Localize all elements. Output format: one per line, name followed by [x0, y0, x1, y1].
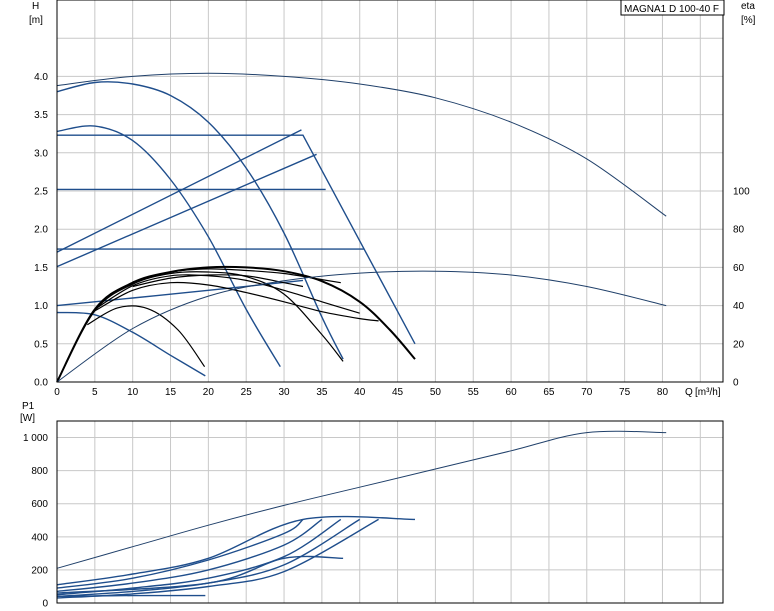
top-y-tick-labels: 0.0 0.5 1.0 1.5 2.0 2.5 3.0 3.5 4.0 [34, 72, 48, 389]
head-efficiency-panel: 0 5 10 15 20 25 30 35 40 45 50 55 60 65 70 75 80 0.0 0.5 1… [29, 0, 756, 398]
x-tick-label: 70 [581, 387, 593, 398]
x-tick-label: 0 [54, 387, 60, 398]
bottom-curves [56, 430, 667, 599]
curve-head [56, 125, 281, 368]
curve-head [56, 81, 344, 360]
h-tick-label: 2.5 [34, 187, 48, 198]
x-tick-label: 5 [92, 387, 98, 398]
p1-tick-label: 0 [42, 599, 48, 610]
eta-tick-label: 80 [733, 225, 745, 236]
h-tick-label: 1.0 [34, 301, 48, 312]
x-tick-label: 30 [278, 387, 290, 398]
curve-head [56, 72, 667, 217]
eta-tick-label: 60 [733, 263, 745, 274]
eta-tick-label: 20 [733, 339, 745, 350]
curve-head [132, 268, 341, 284]
x-tick-label: 15 [165, 387, 177, 398]
eta-axis-label: eta [741, 1, 755, 12]
power-panel: 0 200 400 600 800 1 000 P1 [W] [20, 401, 724, 610]
x-tick-label: 20 [203, 387, 215, 398]
x-tick-label: 60 [506, 387, 518, 398]
x-tick-label: 45 [392, 387, 404, 398]
curve-power [56, 594, 206, 598]
eta-tick-label: 40 [733, 301, 745, 312]
eta-tick-label: 100 [733, 187, 750, 198]
p1-tick-label: 400 [31, 532, 48, 543]
top-x-tick-labels: 0 5 10 15 20 25 30 35 40 45 50 55 60 65 70 75 80 [54, 387, 668, 398]
h-tick-label: 0.5 [34, 339, 48, 350]
h-axis-unit: [m] [29, 15, 43, 26]
curve-head [56, 271, 344, 383]
p1-axis-label: P1 [22, 401, 35, 412]
x-tick-label: 75 [619, 387, 631, 398]
x-tick-label: 40 [354, 387, 366, 398]
h-tick-label: 1.5 [34, 263, 48, 274]
bottom-grid [57, 421, 723, 603]
h-tick-label: 3.0 [34, 148, 48, 159]
pump-performance-chart: 0 5 10 15 20 25 30 35 40 45 50 55 60 65 70 75 80 0.0 0.5 1… [20, 0, 756, 610]
top-y2-tick-labels: 0 20 40 60 80 100 [733, 187, 750, 389]
curve-head [56, 265, 416, 383]
x-tick-label: 25 [241, 387, 253, 398]
bottom-y-tick-labels: 0 200 400 600 800 1 000 [23, 433, 48, 609]
x-tick-label: 65 [543, 387, 555, 398]
x-tick-label: 50 [430, 387, 442, 398]
top-grid [57, 0, 723, 382]
top-curves [56, 72, 667, 383]
x-tick-label: 35 [316, 387, 328, 398]
q-axis-label: Q [685, 387, 693, 398]
q-axis-unit: [m³/h] [695, 387, 721, 398]
bottom-plot-frame [56, 420, 724, 604]
p1-tick-label: 1 000 [23, 433, 48, 444]
curve-efficiency [56, 270, 667, 383]
curve-power [56, 430, 667, 569]
x-tick-label: 80 [657, 387, 669, 398]
chart-title: MAGNA1 D 100-40 F [624, 4, 719, 15]
curve-head [56, 153, 317, 268]
h-axis-label: H [32, 1, 39, 12]
p1-axis-unit: [W] [20, 413, 35, 424]
h-tick-label: 0.0 [34, 378, 48, 389]
curve-head [57, 134, 416, 345]
p1-tick-label: 200 [31, 565, 48, 576]
eta-axis-unit: [%] [741, 15, 756, 26]
h-tick-label: 3.5 [34, 110, 48, 121]
curve-head [87, 305, 206, 368]
h-tick-label: 2.0 [34, 225, 48, 236]
eta-tick-label: 0 [733, 378, 739, 389]
p1-tick-label: 600 [31, 499, 48, 510]
x-tick-label: 55 [468, 387, 480, 398]
p1-tick-label: 800 [31, 466, 48, 477]
h-tick-label: 4.0 [34, 72, 48, 83]
x-tick-label: 10 [127, 387, 139, 398]
